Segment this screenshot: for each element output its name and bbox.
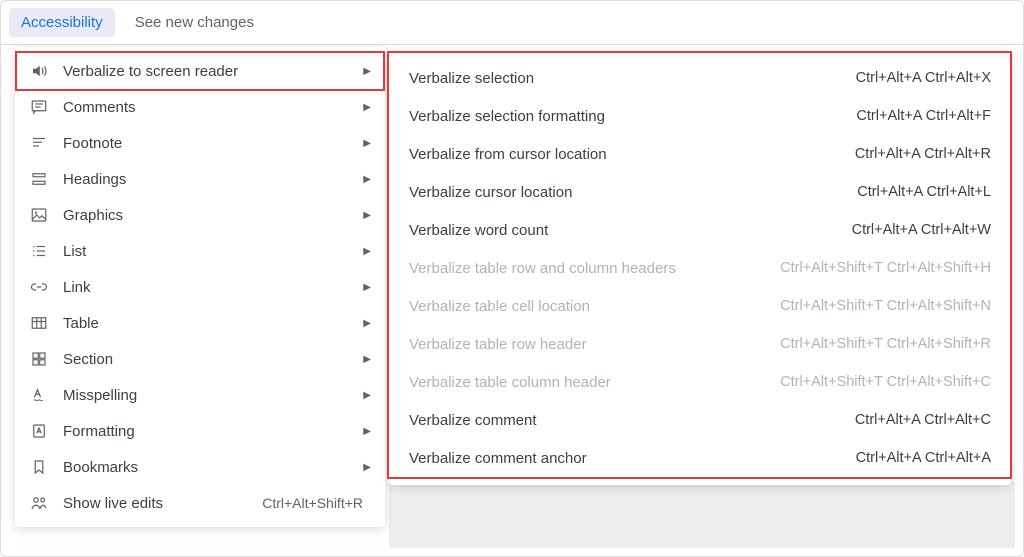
submenu-item-shortcut: Ctrl+Alt+A Ctrl+Alt+X (856, 70, 991, 86)
menu-item-headings[interactable]: Headings ▶ (15, 161, 385, 197)
submenu-item-shortcut: Ctrl+Alt+A Ctrl+Alt+A (856, 450, 991, 466)
chevron-right-icon: ▶ (361, 138, 371, 149)
menu-item-misspelling[interactable]: Misspelling ▶ (15, 377, 385, 413)
chevron-right-icon: ▶ (361, 318, 371, 329)
menu-item-label: Graphics (63, 207, 361, 224)
chevron-right-icon: ▶ (361, 354, 371, 365)
submenu-item-verbalize-selection[interactable]: Verbalize selection Ctrl+Alt+A Ctrl+Alt+… (389, 59, 1011, 97)
list-icon (29, 241, 49, 261)
live-edits-icon (29, 493, 49, 513)
menu-item-footnote[interactable]: Footnote ▶ (15, 125, 385, 161)
table-icon (29, 313, 49, 333)
submenu-item-verbalize-comment-anchor[interactable]: Verbalize comment anchor Ctrl+Alt+A Ctrl… (389, 439, 1011, 477)
submenu-item-label: Verbalize selection formatting (409, 108, 856, 125)
submenu-item-shortcut: Ctrl+Alt+A Ctrl+Alt+F (856, 108, 991, 124)
menu-item-label: Bookmarks (63, 459, 361, 476)
chevron-right-icon: ▶ (361, 210, 371, 221)
accessibility-menu: Verbalize to screen reader ▶ Comments ▶ … (15, 47, 385, 527)
submenu-item-verbalize-from-cursor-location[interactable]: Verbalize from cursor location Ctrl+Alt+… (389, 135, 1011, 173)
comments-icon (29, 97, 49, 117)
chevron-right-icon: ▶ (361, 390, 371, 401)
submenu-item-verbalize-table-row-and-column-headers: Verbalize table row and column headers C… (389, 249, 1011, 287)
submenu-item-label: Verbalize cursor location (409, 184, 857, 201)
menu-item-show-live-edits[interactable]: Show live edits Ctrl+Alt+Shift+R (15, 485, 385, 521)
topbar: Accessibility See new changes (1, 1, 1023, 45)
footnote-icon (29, 133, 49, 153)
submenu-item-verbalize-comment[interactable]: Verbalize comment Ctrl+Alt+A Ctrl+Alt+C (389, 401, 1011, 439)
submenu-item-verbalize-table-row-header: Verbalize table row header Ctrl+Alt+Shif… (389, 325, 1011, 363)
submenu-item-label: Verbalize table row header (409, 336, 780, 353)
submenu-item-label: Verbalize comment anchor (409, 450, 856, 467)
submenu-item-label: Verbalize word count (409, 222, 852, 239)
chevron-right-icon: ▶ (361, 102, 371, 113)
menu-item-link[interactable]: Link ▶ (15, 269, 385, 305)
submenu-item-shortcut: Ctrl+Alt+Shift+T Ctrl+Alt+Shift+N (780, 298, 991, 314)
graphics-icon (29, 205, 49, 225)
menu-item-label: Table (63, 315, 361, 332)
menu-item-label: Formatting (63, 423, 361, 440)
menu-item-formatting[interactable]: Formatting ▶ (15, 413, 385, 449)
headings-icon (29, 169, 49, 189)
submenu-item-shortcut: Ctrl+Alt+Shift+T Ctrl+Alt+Shift+C (780, 374, 991, 390)
menu-item-label: Misspelling (63, 387, 361, 404)
submenu-item-shortcut: Ctrl+Alt+A Ctrl+Alt+C (855, 412, 991, 428)
menu-item-label: Show live edits (63, 495, 262, 512)
submenu-item-label: Verbalize table cell location (409, 298, 780, 315)
button-see-new-changes[interactable]: See new changes (123, 8, 266, 37)
submenu-item-verbalize-table-cell-location: Verbalize table cell location Ctrl+Alt+S… (389, 287, 1011, 325)
menu-item-table[interactable]: Table ▶ (15, 305, 385, 341)
link-icon (29, 277, 49, 297)
submenu-item-shortcut: Ctrl+Alt+Shift+T Ctrl+Alt+Shift+R (780, 336, 991, 352)
formatting-icon (29, 421, 49, 441)
speaker-icon (29, 61, 49, 81)
document-background (389, 481, 1015, 548)
submenu-item-label: Verbalize selection (409, 70, 856, 87)
bookmark-icon (29, 457, 49, 477)
menu-item-list[interactable]: List ▶ (15, 233, 385, 269)
chevron-right-icon: ▶ (361, 66, 371, 77)
menu-item-label: Link (63, 279, 361, 296)
chevron-right-icon: ▶ (361, 246, 371, 257)
verbalize-submenu: Verbalize selection Ctrl+Alt+A Ctrl+Alt+… (389, 51, 1011, 485)
menu-item-verbalize-to-screen-reader[interactable]: Verbalize to screen reader ▶ (15, 53, 385, 89)
menu-item-label: Section (63, 351, 361, 368)
submenu-item-verbalize-selection-formatting[interactable]: Verbalize selection formatting Ctrl+Alt+… (389, 97, 1011, 135)
submenu-item-label: Verbalize from cursor location (409, 146, 855, 163)
chevron-right-icon: ▶ (361, 462, 371, 473)
submenu-item-shortcut: Ctrl+Alt+Shift+T Ctrl+Alt+Shift+H (780, 260, 991, 276)
submenu-item-shortcut: Ctrl+Alt+A Ctrl+Alt+R (855, 146, 991, 162)
tab-accessibility[interactable]: Accessibility (9, 8, 115, 37)
submenu-item-label: Verbalize table column header (409, 374, 780, 391)
menu-item-label: Comments (63, 99, 361, 116)
menu-item-label: Footnote (63, 135, 361, 152)
menu-item-label: Verbalize to screen reader (63, 63, 361, 80)
menu-item-label: Headings (63, 171, 361, 188)
misspelling-icon (29, 385, 49, 405)
submenu-item-label: Verbalize table row and column headers (409, 260, 780, 277)
chevron-right-icon: ▶ (361, 426, 371, 437)
menu-item-section[interactable]: Section ▶ (15, 341, 385, 377)
submenu-item-verbalize-word-count[interactable]: Verbalize word count Ctrl+Alt+A Ctrl+Alt… (389, 211, 1011, 249)
submenu-item-shortcut: Ctrl+Alt+A Ctrl+Alt+L (857, 184, 991, 200)
submenu-item-verbalize-cursor-location[interactable]: Verbalize cursor location Ctrl+Alt+A Ctr… (389, 173, 1011, 211)
chevron-right-icon: ▶ (361, 174, 371, 185)
menu-item-shortcut: Ctrl+Alt+Shift+R (262, 495, 363, 511)
section-icon (29, 349, 49, 369)
submenu-item-verbalize-table-column-header: Verbalize table column header Ctrl+Alt+S… (389, 363, 1011, 401)
menu-item-label: List (63, 243, 361, 260)
submenu-item-label: Verbalize comment (409, 412, 855, 429)
chevron-right-icon: ▶ (361, 282, 371, 293)
submenu-item-shortcut: Ctrl+Alt+A Ctrl+Alt+W (852, 222, 991, 238)
menu-item-comments[interactable]: Comments ▶ (15, 89, 385, 125)
menu-item-bookmarks[interactable]: Bookmarks ▶ (15, 449, 385, 485)
menu-item-graphics[interactable]: Graphics ▶ (15, 197, 385, 233)
